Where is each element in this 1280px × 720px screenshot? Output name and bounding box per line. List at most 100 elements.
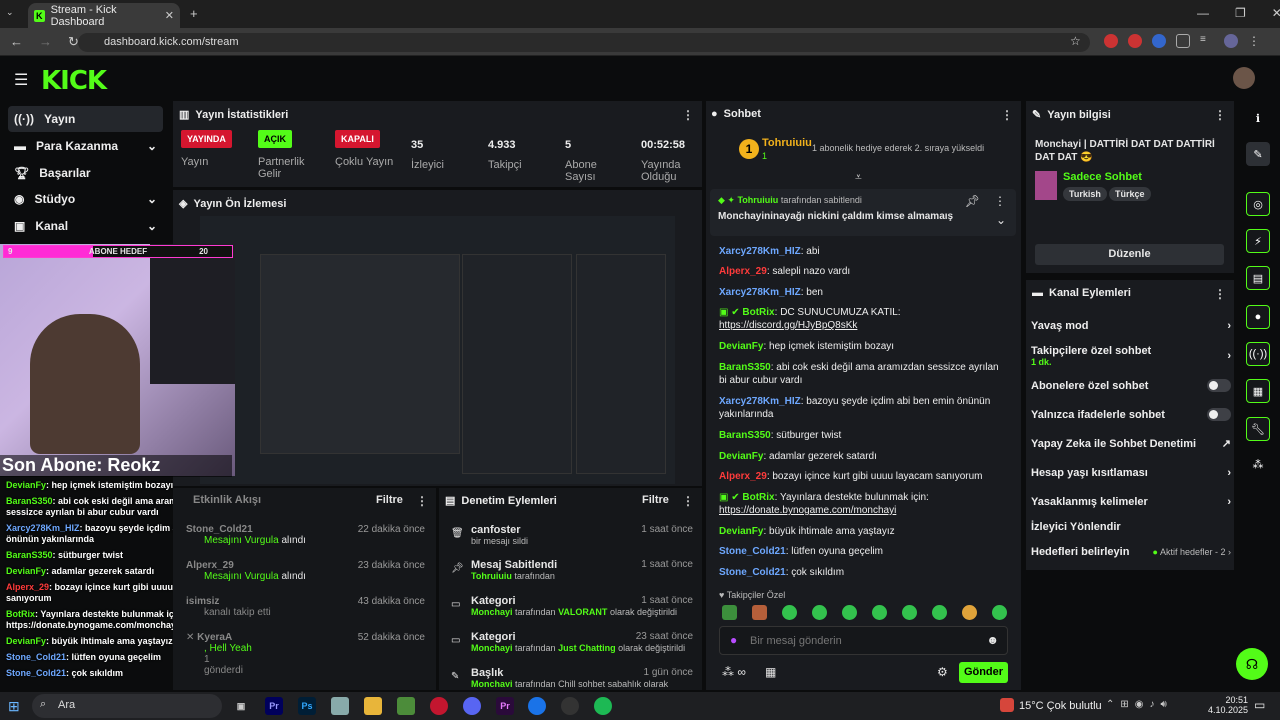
forward-icon[interactable]: → bbox=[39, 34, 52, 50]
chat-user[interactable]: Alperx_29 bbox=[719, 266, 767, 277]
chat-user[interactable]: Xarcy278Km_HIZ bbox=[719, 396, 801, 407]
more-icon[interactable]: ⋮ bbox=[1248, 34, 1262, 48]
chat-user[interactable]: BotRix bbox=[742, 492, 774, 503]
action-ai-moderation[interactable]: Yapay Zeka ile Sohbet Denetimi ↗ bbox=[1031, 437, 1231, 451]
menu-icon[interactable]: ≡ bbox=[1200, 34, 1214, 48]
pin-icon[interactable]: 📌︎ bbox=[965, 194, 980, 208]
more-options-icon[interactable]: ⋮ bbox=[1001, 108, 1013, 122]
emote-icon[interactable] bbox=[722, 605, 737, 620]
gift-icon[interactable]: ▦ bbox=[765, 665, 776, 679]
chat-user[interactable]: BaranS350 bbox=[719, 362, 771, 373]
action-slow-mode[interactable]: Yavaş mod › bbox=[1031, 320, 1231, 332]
layout-icon[interactable]: ▦ bbox=[1246, 379, 1270, 403]
extension-icon[interactable] bbox=[1152, 34, 1166, 48]
emote-only-toggle[interactable] bbox=[1207, 408, 1231, 421]
emote-icon[interactable] bbox=[992, 605, 1007, 620]
opera-icon[interactable] bbox=[430, 697, 448, 715]
url-field[interactable]: dashboard.kick.com/stream bbox=[78, 33, 1090, 52]
hamburger-icon[interactable]: ☰ bbox=[14, 70, 28, 90]
sidebar-item-studyo[interactable]: ◉ Stüdyo ⌄ bbox=[8, 186, 163, 212]
action-account-age[interactable]: Hesap yaşı kısıtlaması › bbox=[1031, 467, 1231, 479]
chat-user[interactable]: Xarcy278Km_HIZ bbox=[719, 246, 801, 257]
edit-icon[interactable]: ✎ bbox=[1246, 142, 1270, 166]
preview-video[interactable] bbox=[200, 216, 675, 484]
chat-icon[interactable]: ● bbox=[1246, 305, 1270, 329]
emote-icon[interactable] bbox=[962, 605, 977, 620]
new-tab-icon[interactable]: + bbox=[190, 6, 198, 21]
chat-user[interactable]: DevianFy bbox=[719, 341, 763, 352]
action-emote-only[interactable]: Yalnızca ifadelerle sohbet bbox=[1031, 408, 1231, 421]
minimize-icon[interactable]: — bbox=[1197, 6, 1209, 20]
chat-user[interactable]: Stone_Cold21 bbox=[719, 567, 786, 578]
dots-cluster-icon[interactable]: ⁂ bbox=[1246, 452, 1270, 476]
emote-icon[interactable] bbox=[932, 605, 947, 620]
obs-icon[interactable] bbox=[561, 697, 579, 715]
filter-button[interactable]: Filtre bbox=[642, 494, 669, 506]
chat-user[interactable]: Alperx_29 bbox=[719, 471, 767, 482]
sidebar-item-para-kazanma[interactable]: ▬ Para Kazanma ⌄ bbox=[8, 133, 163, 159]
settings-gear-icon[interactable]: ⚙ bbox=[937, 665, 948, 679]
action-follower-only[interactable]: Takipçilere özel sohbet 1 dk. › bbox=[1031, 345, 1231, 367]
chrome-icon[interactable] bbox=[528, 697, 546, 715]
sidebar-item-yayin[interactable]: ((·)) Yayın bbox=[8, 106, 163, 132]
gift-user[interactable]: Tohruiuiu bbox=[762, 137, 812, 149]
chat-user[interactable]: DevianFy bbox=[719, 451, 763, 462]
kick-logo[interactable]: KICK bbox=[41, 66, 107, 96]
send-button[interactable]: Gönder bbox=[959, 662, 1008, 683]
extension-icon[interactable] bbox=[1128, 34, 1142, 48]
microphone-icon[interactable]: ● bbox=[730, 633, 737, 647]
chat-input[interactable] bbox=[750, 632, 970, 649]
minecraft-icon[interactable] bbox=[397, 697, 415, 715]
chat-user[interactable]: BotRix bbox=[742, 307, 774, 318]
edit-button[interactable]: Düzenle bbox=[1035, 244, 1224, 265]
emote-icon[interactable] bbox=[782, 605, 797, 620]
puzzle-icon[interactable] bbox=[1176, 34, 1190, 48]
emote-icon[interactable] bbox=[812, 605, 827, 620]
window-controls[interactable]: — ❐ ✕ bbox=[1197, 6, 1280, 20]
info-icon[interactable]: ℹ bbox=[1246, 106, 1270, 130]
emote-icon[interactable] bbox=[752, 605, 767, 620]
more-options-icon[interactable]: ⋮ bbox=[1214, 108, 1226, 122]
support-headset-icon[interactable]: ☊ bbox=[1236, 648, 1268, 680]
emoji-icon[interactable]: ☻ bbox=[986, 633, 999, 647]
more-options-icon[interactable]: ⋮ bbox=[994, 194, 1006, 208]
folder-icon[interactable] bbox=[364, 697, 382, 715]
more-options-icon[interactable]: ⋮ bbox=[682, 494, 694, 508]
emote-icon[interactable] bbox=[842, 605, 857, 620]
task-view-icon[interactable]: ▣ bbox=[232, 697, 250, 715]
profile-icon[interactable] bbox=[1224, 34, 1238, 48]
chat-user[interactable]: BaranS350 bbox=[719, 430, 771, 441]
more-options-icon[interactable]: ⋮ bbox=[682, 108, 694, 122]
clock[interactable]: 20:51 4.10.2025 bbox=[1208, 695, 1248, 715]
action-goals[interactable]: Hedefleri belirleyin ● Aktif hedefler - 2… bbox=[1031, 546, 1231, 558]
more-options-icon[interactable]: ⋮ bbox=[1214, 287, 1226, 301]
premiere-pro-icon[interactable]: Pr bbox=[496, 697, 514, 715]
sidebar-item-basarilar[interactable]: 🏆︎ Başarılar bbox=[8, 160, 163, 186]
chat-link[interactable]: https://discord.gg/HJyBpQ8sKk bbox=[719, 320, 857, 331]
notification-icon[interactable]: ▭ bbox=[1254, 698, 1265, 712]
app-icon[interactable] bbox=[331, 697, 349, 715]
chat-user[interactable]: Stone_Cold21 bbox=[719, 546, 786, 557]
bookmark-icon[interactable]: ☆ bbox=[1070, 34, 1081, 48]
tray-icons[interactable]: ⌃⊞◉♪🔊︎ bbox=[1106, 699, 1173, 710]
sidebar-item-kanal[interactable]: ▣ Kanal ⌄ bbox=[8, 213, 163, 239]
wrench-icon[interactable]: 🔧︎ bbox=[1246, 417, 1270, 441]
close-tab-icon[interactable]: ✕ bbox=[165, 9, 174, 22]
camera-icon[interactable]: ◎ bbox=[1246, 192, 1270, 216]
premiere-icon[interactable]: Pr bbox=[265, 697, 283, 715]
points-icon[interactable]: ⁂ ∞ bbox=[722, 665, 746, 679]
windows-start-icon[interactable]: ⊞ bbox=[8, 698, 20, 715]
chat-user[interactable]: Xarcy278Km_HIZ bbox=[719, 287, 801, 298]
spotify-icon[interactable] bbox=[594, 697, 612, 715]
taskbar-search[interactable]: ⌕ Ara bbox=[32, 694, 222, 718]
more-options-icon[interactable]: ⋮ bbox=[416, 494, 428, 508]
emote-icon[interactable] bbox=[902, 605, 917, 620]
bolt-icon[interactable]: ⚡︎ bbox=[1246, 229, 1270, 253]
avatar[interactable] bbox=[1233, 67, 1255, 89]
chat-link[interactable]: https://donate.bynogame.com/monchayi bbox=[719, 505, 896, 516]
discord-icon[interactable] bbox=[463, 697, 481, 715]
action-host[interactable]: İzleyici Yönlendir bbox=[1031, 521, 1231, 533]
tab-list-icon[interactable]: ⌄ bbox=[6, 7, 14, 18]
close-window-icon[interactable]: ✕ bbox=[1272, 6, 1280, 20]
chat-input-box[interactable]: ● ☻ bbox=[719, 626, 1008, 655]
